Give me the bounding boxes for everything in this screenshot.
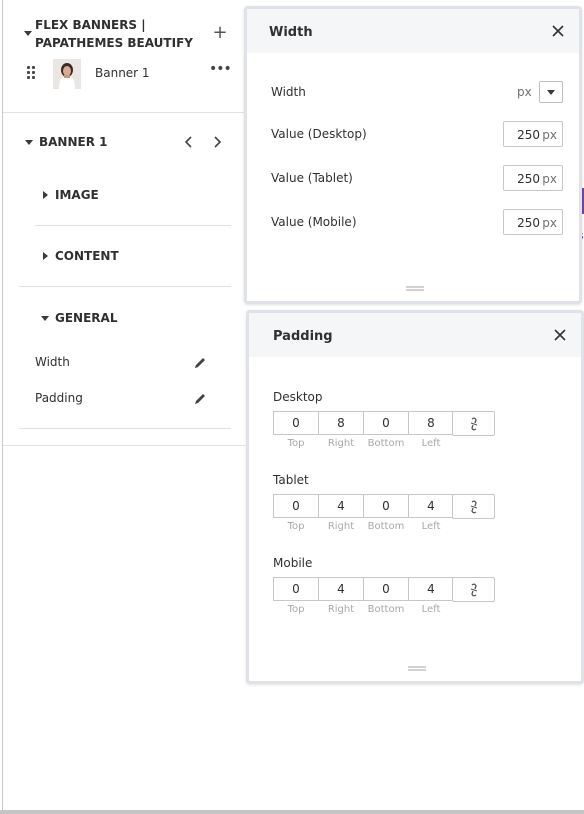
value-desktop-unit: px bbox=[542, 128, 557, 142]
caption-bottom: Bottom bbox=[367, 604, 405, 615]
padding-panel-title: Padding bbox=[273, 329, 333, 344]
caption-top: Top bbox=[287, 521, 305, 532]
padding-tablet-row: 0 4 0 4 Top Right Bottom Left bbox=[273, 494, 497, 534]
divider bbox=[35, 225, 231, 226]
padding-right-input[interactable]: 4 bbox=[318, 577, 364, 601]
padding-top-input[interactable]: 0 bbox=[273, 411, 319, 435]
sections-sidebar: FLEX BANNERS | PAPATHEMES BEAUTIFY + Ban… bbox=[2, 0, 245, 812]
padding-bottom-input[interactable]: 0 bbox=[363, 577, 409, 601]
banner-section-header[interactable]: BANNER 1 bbox=[25, 133, 231, 153]
value-mobile-number: 250 bbox=[517, 216, 540, 230]
padding-bottom-input[interactable]: 0 bbox=[363, 411, 409, 435]
padding-mobile-label: Mobile bbox=[273, 556, 313, 570]
width-panel-header: Width bbox=[247, 9, 579, 53]
caption-left: Left bbox=[421, 604, 441, 615]
drag-handle-icon[interactable] bbox=[27, 66, 37, 80]
width-panel-title: Width bbox=[269, 25, 313, 40]
padding-right-input[interactable]: 8 bbox=[318, 411, 364, 435]
resize-grip-icon[interactable] bbox=[408, 666, 426, 671]
next-arrow-icon[interactable] bbox=[209, 134, 225, 150]
padding-panel: Padding Desktop 0 8 0 8 Top Right Bottom… bbox=[246, 310, 584, 684]
close-icon[interactable] bbox=[553, 327, 567, 341]
padding-mobile-row: 0 4 0 4 Top Right Bottom Left bbox=[273, 577, 497, 617]
previous-arrow-icon[interactable] bbox=[181, 134, 197, 150]
setting-padding-label: Padding bbox=[35, 391, 83, 405]
value-tablet-unit: px bbox=[542, 172, 557, 186]
group-content[interactable]: CONTENT bbox=[43, 247, 233, 267]
value-mobile-unit: px bbox=[542, 216, 557, 230]
more-options-icon[interactable]: ••• bbox=[209, 62, 232, 80]
caption-right: Right bbox=[327, 521, 355, 532]
padding-top-input[interactable]: 0 bbox=[273, 494, 319, 518]
setting-padding[interactable]: Padding bbox=[35, 389, 207, 409]
banner-thumbnail bbox=[53, 59, 81, 89]
expand-caret-icon bbox=[43, 191, 48, 199]
collapse-caret-icon bbox=[41, 316, 49, 321]
value-tablet-number: 250 bbox=[517, 172, 540, 186]
banner-item-label: Banner 1 bbox=[95, 66, 150, 80]
caption-top: Top bbox=[287, 438, 305, 449]
link-values-button[interactable] bbox=[452, 411, 495, 436]
value-desktop-label: Value (Desktop) bbox=[271, 127, 367, 141]
group-general-label: GENERAL bbox=[55, 311, 118, 325]
padding-tablet-label: Tablet bbox=[273, 473, 309, 487]
divider bbox=[3, 112, 245, 113]
add-block-button[interactable]: + bbox=[211, 24, 229, 42]
expand-caret-icon bbox=[43, 252, 48, 260]
caption-left: Left bbox=[421, 438, 441, 449]
link-values-button[interactable] bbox=[452, 577, 495, 602]
value-mobile-input[interactable]: 250 px bbox=[503, 209, 563, 235]
caption-right: Right bbox=[327, 438, 355, 449]
caption-left: Left bbox=[421, 521, 441, 532]
unlink-icon bbox=[470, 583, 478, 597]
value-tablet-label: Value (Tablet) bbox=[271, 171, 353, 185]
chevron-down-icon bbox=[547, 90, 555, 95]
unlink-icon bbox=[470, 417, 478, 431]
edit-pencil-icon[interactable] bbox=[193, 355, 207, 369]
unlink-icon bbox=[470, 500, 478, 514]
edit-pencil-icon[interactable] bbox=[193, 391, 207, 405]
group-image-label: IMAGE bbox=[55, 188, 99, 202]
padding-panel-header: Padding bbox=[249, 313, 581, 357]
banner-section-title: BANNER 1 bbox=[39, 135, 108, 149]
group-image[interactable]: IMAGE bbox=[43, 186, 233, 206]
collapse-caret-icon[interactable] bbox=[24, 31, 32, 36]
padding-left-input[interactable]: 4 bbox=[408, 577, 454, 601]
value-tablet-input[interactable]: 250 px bbox=[503, 165, 563, 191]
padding-right-input[interactable]: 4 bbox=[318, 494, 364, 518]
caption-bottom: Bottom bbox=[367, 521, 405, 532]
value-desktop-input[interactable]: 250 px bbox=[503, 121, 563, 147]
caption-top: Top bbox=[287, 604, 305, 615]
collapse-caret-icon[interactable] bbox=[25, 140, 33, 145]
width-unit-label: px bbox=[517, 85, 532, 99]
padding-top-input[interactable]: 0 bbox=[273, 577, 319, 601]
padding-left-input[interactable]: 8 bbox=[408, 411, 454, 435]
close-icon[interactable] bbox=[551, 23, 565, 37]
group-content-label: CONTENT bbox=[55, 249, 119, 263]
width-label: Width bbox=[271, 85, 306, 99]
setting-width-label: Width bbox=[35, 355, 70, 369]
banner-list-item[interactable]: Banner 1 ••• bbox=[23, 58, 233, 90]
padding-bottom-input[interactable]: 0 bbox=[363, 494, 409, 518]
padding-desktop-label: Desktop bbox=[273, 390, 323, 404]
setting-width[interactable]: Width bbox=[35, 353, 207, 373]
group-general[interactable]: GENERAL bbox=[41, 309, 233, 329]
caption-right: Right bbox=[327, 604, 355, 615]
value-desktop-number: 250 bbox=[517, 128, 540, 142]
width-panel: Width Width px Value (Desktop) 250 px Va… bbox=[244, 6, 582, 304]
padding-left-input[interactable]: 4 bbox=[408, 494, 454, 518]
padding-desktop-row: 0 8 0 8 Top Right Bottom Left bbox=[273, 411, 497, 451]
divider bbox=[19, 428, 231, 429]
caption-bottom: Bottom bbox=[367, 438, 405, 449]
flex-banners-title: FLEX BANNERS | PAPATHEMES BEAUTIFY bbox=[35, 18, 193, 50]
link-values-button[interactable] bbox=[452, 494, 495, 519]
unit-dropdown[interactable] bbox=[539, 81, 563, 103]
value-mobile-label: Value (Mobile) bbox=[271, 215, 357, 229]
divider bbox=[19, 286, 231, 287]
resize-grip-icon[interactable] bbox=[406, 286, 424, 291]
bottom-border bbox=[0, 810, 584, 814]
divider bbox=[3, 445, 245, 446]
